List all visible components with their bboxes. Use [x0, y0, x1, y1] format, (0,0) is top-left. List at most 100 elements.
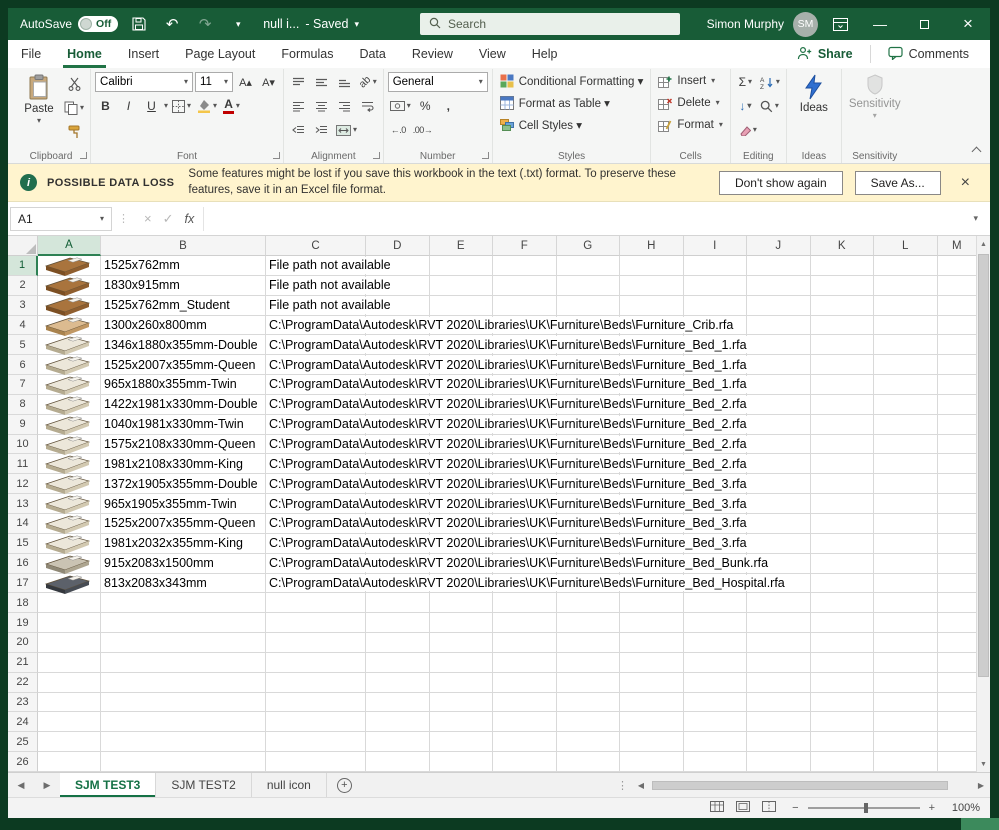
- cell-K25[interactable]: [810, 732, 874, 753]
- number-dialog-launcher[interactable]: [481, 152, 489, 159]
- cell-M10[interactable]: [937, 435, 976, 455]
- cell-D23[interactable]: [366, 692, 430, 713]
- row-header-12[interactable]: 12: [8, 474, 38, 495]
- cell-A21[interactable]: [38, 652, 101, 673]
- tab-splitter[interactable]: ⋮: [613, 773, 632, 797]
- bunk-bed-thumbnail[interactable]: [41, 553, 93, 575]
- cell-M26[interactable]: [937, 752, 976, 772]
- save-as-button[interactable]: Save As...: [854, 170, 941, 195]
- sheet-tab-sjm-test2[interactable]: SJM TEST2: [156, 773, 252, 797]
- cell-E21[interactable]: [429, 652, 493, 673]
- cell-L6[interactable]: [874, 355, 938, 376]
- expand-formula-bar-icon[interactable]: ▾: [965, 213, 986, 224]
- scroll-up-icon[interactable]: ▲: [977, 236, 990, 252]
- tab-data[interactable]: Data: [346, 40, 398, 68]
- page-layout-view-button[interactable]: [736, 801, 751, 815]
- cell-L11[interactable]: [874, 454, 938, 475]
- cell-I23[interactable]: [683, 692, 747, 713]
- cell-A12[interactable]: [38, 474, 101, 495]
- cell-E25[interactable]: [429, 732, 493, 753]
- alignment-dialog-launcher[interactable]: [372, 152, 380, 159]
- cell-K24[interactable]: [810, 712, 874, 733]
- autosum-button[interactable]: Σ ▾: [735, 72, 756, 93]
- font-dialog-launcher[interactable]: [273, 152, 281, 159]
- confirm-entry-icon[interactable]: ✓: [163, 211, 174, 227]
- column-header-J[interactable]: J: [747, 236, 811, 256]
- cell-K19[interactable]: [810, 613, 874, 634]
- bed-thumbnail[interactable]: [41, 374, 93, 396]
- cell-J1[interactable]: [747, 256, 811, 276]
- decrease-font-size-button[interactable]: A▾: [258, 72, 279, 93]
- undo-icon[interactable]: ↶: [160, 12, 184, 36]
- cell-J9[interactable]: [747, 414, 811, 435]
- cell-A11[interactable]: [38, 454, 101, 475]
- cell-C14[interactable]: C:\ProgramData\Autodesk\RVT 2020\Librari…: [266, 513, 751, 534]
- conditional-formatting-button[interactable]: Conditional Formatting ▾: [497, 70, 647, 92]
- cell-B21[interactable]: [101, 652, 266, 673]
- cell-K9[interactable]: [810, 414, 874, 435]
- cell-B17[interactable]: 813x2083x343mm: [101, 573, 266, 594]
- cell-M16[interactable]: [937, 554, 976, 574]
- cell-C15[interactable]: C:\ProgramData\Autodesk\RVT 2020\Librari…: [266, 533, 751, 554]
- cell-J14[interactable]: [747, 513, 811, 534]
- cell-J21[interactable]: [747, 652, 811, 673]
- cell-H25[interactable]: [620, 732, 684, 753]
- row-header-16[interactable]: 16: [8, 553, 38, 574]
- cell-L7[interactable]: [874, 375, 938, 395]
- cell-L22[interactable]: [874, 672, 938, 693]
- tab-view[interactable]: View: [466, 40, 519, 68]
- cell-K17[interactable]: [810, 573, 874, 594]
- cell-I3[interactable]: [683, 295, 747, 316]
- cell-C5[interactable]: C:\ProgramData\Autodesk\RVT 2020\Librari…: [266, 335, 751, 356]
- cell-K3[interactable]: [810, 295, 874, 316]
- cell-C16[interactable]: C:\ProgramData\Autodesk\RVT 2020\Librari…: [266, 553, 773, 574]
- redo-icon[interactable]: ↷: [193, 12, 217, 36]
- cell-B10[interactable]: 1575x2108x330mm-Queen: [101, 434, 266, 455]
- cell-J5[interactable]: [747, 335, 811, 356]
- cell-A26[interactable]: [38, 752, 101, 772]
- cell-K26[interactable]: [810, 752, 874, 772]
- scroll-down-icon[interactable]: ▼: [977, 756, 990, 772]
- cell-J26[interactable]: [747, 752, 811, 772]
- cell-H1[interactable]: [620, 256, 684, 276]
- cell-M1[interactable]: [937, 256, 976, 276]
- orientation-button[interactable]: ab ▾: [356, 72, 379, 93]
- cell-K5[interactable]: [810, 335, 874, 356]
- cell-B18[interactable]: [101, 593, 266, 614]
- increase-font-size-button[interactable]: A▴: [235, 72, 256, 93]
- ribbon-display-options-icon[interactable]: [828, 12, 852, 36]
- cell-A16[interactable]: [38, 553, 101, 575]
- cell-K18[interactable]: [810, 593, 874, 614]
- cell-F25[interactable]: [493, 732, 557, 753]
- cell-L24[interactable]: [874, 712, 938, 733]
- tab-review[interactable]: Review: [399, 40, 466, 68]
- row-header-20[interactable]: 20: [8, 633, 38, 653]
- cell-I19[interactable]: [683, 613, 747, 634]
- cell-L3[interactable]: [874, 295, 938, 316]
- cell-I1[interactable]: [683, 256, 747, 276]
- cell-K7[interactable]: [810, 375, 874, 395]
- cell-G24[interactable]: [556, 712, 620, 733]
- cell-J12[interactable]: [747, 474, 811, 495]
- ideas-button[interactable]: Ideas: [791, 70, 837, 114]
- normal-view-button[interactable]: [710, 801, 725, 815]
- format-as-table-button[interactable]: Format as Table ▾: [497, 92, 647, 114]
- cell-M14[interactable]: [937, 514, 976, 534]
- cell-B16[interactable]: 915x2083x1500mm: [101, 553, 266, 574]
- cell-B11[interactable]: 1981x2108x330mm-King: [101, 454, 266, 475]
- column-header-M[interactable]: M: [937, 236, 976, 256]
- maximize-button[interactable]: [902, 8, 946, 40]
- column-header-L[interactable]: L: [874, 236, 938, 256]
- cell-H3[interactable]: [620, 295, 684, 316]
- align-middle-button[interactable]: [311, 72, 332, 93]
- cell-C13[interactable]: C:\ProgramData\Autodesk\RVT 2020\Librari…: [266, 494, 751, 514]
- page-break-view-button[interactable]: [762, 801, 777, 815]
- font-size-select[interactable]: 11 ▾: [195, 72, 234, 92]
- cell-A18[interactable]: [38, 593, 101, 614]
- cell-F21[interactable]: [493, 652, 557, 673]
- cell-G26[interactable]: [556, 752, 620, 772]
- cell-B24[interactable]: [101, 712, 266, 733]
- row-header-25[interactable]: 25: [8, 732, 38, 753]
- decrease-indent-button[interactable]: [288, 120, 309, 141]
- bed-thumbnail[interactable]: [41, 394, 93, 416]
